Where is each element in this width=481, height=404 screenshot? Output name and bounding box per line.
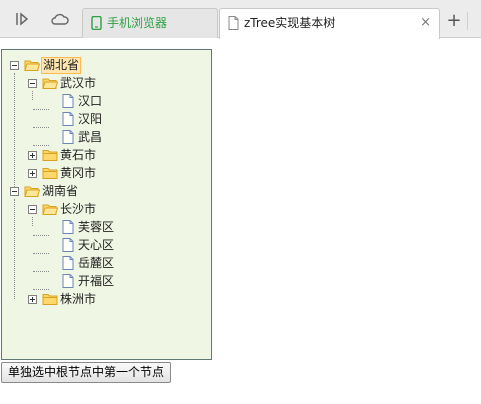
tree-node-label[interactable]: 湖南省 bbox=[41, 183, 79, 200]
collapse-icon[interactable] bbox=[28, 79, 37, 88]
tree-node-label[interactable]: 武昌 bbox=[77, 129, 103, 146]
tree-node-label[interactable]: 芙蓉区 bbox=[77, 219, 115, 236]
tab-label: zTree实现基本树 bbox=[244, 16, 336, 30]
tree-node-label[interactable]: 黄石市 bbox=[59, 147, 97, 164]
tab-label: 手机浏览器 bbox=[107, 16, 168, 30]
tree-node-label[interactable]: 株洲市 bbox=[59, 291, 97, 308]
tree-node-label[interactable]: 长沙市 bbox=[59, 201, 97, 218]
file-icon bbox=[60, 220, 76, 234]
folder-icon bbox=[42, 166, 58, 180]
tree-node-label[interactable]: 开福区 bbox=[77, 273, 115, 290]
tree-line bbox=[33, 235, 49, 236]
tree-node-label[interactable]: 武汉市 bbox=[59, 75, 97, 92]
tree-line bbox=[32, 91, 33, 100]
collapse-icon[interactable] bbox=[10, 187, 19, 196]
file-icon bbox=[60, 274, 76, 288]
divider bbox=[467, 12, 468, 30]
tree-node-label[interactable]: 黄冈市 bbox=[59, 165, 97, 182]
folder-icon bbox=[42, 292, 58, 306]
tree-line bbox=[14, 73, 15, 191]
tree-node-label[interactable]: 汉口 bbox=[77, 93, 103, 110]
tree-line bbox=[33, 109, 49, 110]
file-icon bbox=[60, 238, 76, 252]
ztree-container: 湖北省 武汉市 汉口 汉阳 武昌 黄石市 黄冈市 湖南省 长沙市 芙蓉区 天心区 岳麓区 开福区 株洲市 bbox=[1, 49, 212, 360]
collapse-icon[interactable] bbox=[10, 61, 19, 70]
tab-ztree[interactable]: zTree实现基本树 × bbox=[219, 8, 440, 39]
tab-mobile-browser[interactable]: 手机浏览器 bbox=[82, 8, 218, 38]
expand-icon[interactable] bbox=[28, 295, 37, 304]
close-tab-icon[interactable]: × bbox=[420, 9, 431, 37]
folder-icon bbox=[42, 76, 59, 90]
expand-icon[interactable] bbox=[28, 151, 37, 160]
tree-line bbox=[33, 271, 49, 272]
select-first-root-button[interactable]: 单独选中根节点中第一个节点 bbox=[1, 362, 172, 383]
tree-line bbox=[32, 217, 33, 226]
tree-node-label[interactable]: 汉阳 bbox=[77, 111, 103, 128]
new-tab-button[interactable]: + bbox=[444, 12, 464, 32]
page-icon bbox=[228, 16, 239, 30]
folder-icon bbox=[24, 58, 41, 72]
folder-icon bbox=[24, 184, 41, 198]
folder-icon bbox=[42, 202, 59, 216]
sidebar-toggle-icon[interactable] bbox=[12, 9, 32, 29]
file-icon bbox=[60, 256, 76, 270]
folder-icon bbox=[42, 148, 58, 162]
tree-node-label[interactable]: 天心区 bbox=[77, 237, 115, 254]
tree-node-label[interactable]: 湖北省 bbox=[41, 57, 82, 74]
phone-icon bbox=[91, 16, 102, 30]
tree-node-label[interactable]: 岳麓区 bbox=[77, 255, 115, 272]
collapse-icon[interactable] bbox=[28, 205, 37, 214]
expand-icon[interactable] bbox=[28, 169, 37, 178]
browser-tab-bar: 手机浏览器 zTree实现基本树 × + bbox=[0, 0, 481, 39]
tree-line bbox=[33, 253, 49, 254]
tree-line bbox=[33, 289, 49, 290]
file-icon bbox=[60, 112, 76, 126]
cloud-icon[interactable] bbox=[50, 9, 70, 29]
tree-line bbox=[33, 145, 49, 146]
file-icon bbox=[60, 94, 76, 108]
tree-line bbox=[14, 199, 15, 299]
file-icon bbox=[60, 130, 76, 144]
tree-line bbox=[33, 127, 49, 128]
